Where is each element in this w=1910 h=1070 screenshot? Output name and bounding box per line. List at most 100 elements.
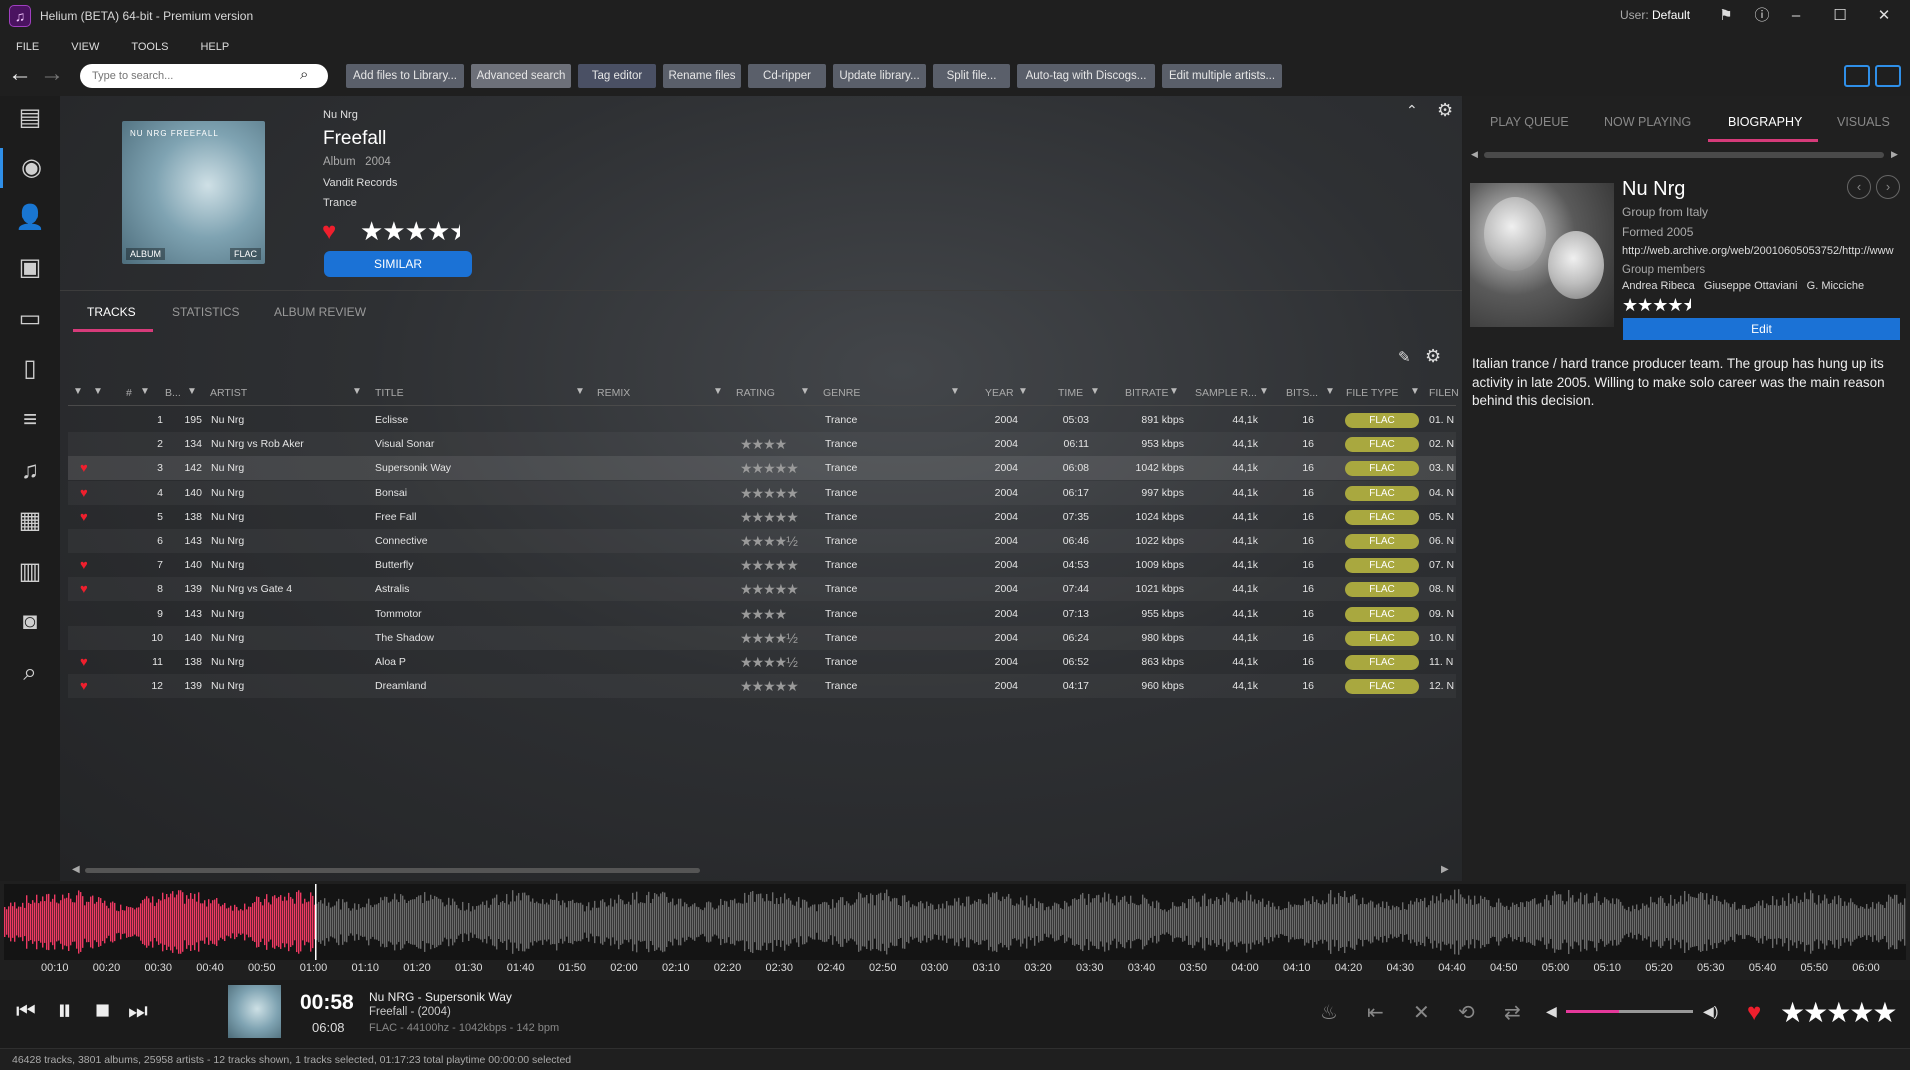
filter-icon[interactable]: ▼: [1018, 386, 1028, 398]
filter-icon[interactable]: ▼: [713, 386, 723, 398]
tab-visuals[interactable]: VISUALS: [1837, 115, 1890, 129]
table-row[interactable]: ♥ 7 140 Nu Nrg Butterfly ★★★★★ Trance 2004 04:53…: [68, 553, 1456, 577]
column-header-number[interactable]: #: [126, 383, 132, 403]
contacts-book-icon[interactable]: ▣: [0, 248, 60, 288]
add-files-button[interactable]: Add files to Library...: [346, 64, 464, 88]
column-header-remix[interactable]: REMIX: [597, 383, 630, 403]
filter-icon[interactable]: ▼: [93, 386, 103, 398]
table-row[interactable]: ♥ 8 139 Nu Nrg vs Gate 4 Astralis ★★★★★ Trance…: [68, 577, 1456, 602]
menu-help[interactable]: HELP: [184, 36, 245, 58]
similar-button[interactable]: SIMILAR: [324, 251, 472, 277]
album-love-heart-icon[interactable]: ♥: [322, 218, 336, 246]
column-header-bits[interactable]: BITS...: [1286, 383, 1318, 403]
love-heart-icon[interactable]: [80, 626, 94, 650]
fire-icon[interactable]: ♨: [1320, 1000, 1338, 1025]
back-arrow-icon[interactable]: ←: [8, 62, 38, 88]
column-header-time[interactable]: TIME: [1058, 383, 1083, 403]
table-row[interactable]: 6 143 Nu Nrg Connective ★★★★½ Trance 2004 06:46…: [68, 529, 1456, 553]
filter-icon[interactable]: ▼: [352, 386, 362, 398]
layout-left-panel-icon[interactable]: [1844, 65, 1870, 87]
tab-play-queue[interactable]: PLAY QUEUE: [1490, 115, 1569, 129]
flag-icon[interactable]: ⚑: [1714, 6, 1738, 26]
love-heart-icon[interactable]: [80, 529, 94, 553]
shuffle-icon[interactable]: ⇄: [1504, 1000, 1521, 1025]
love-heart-icon[interactable]: [80, 602, 94, 626]
cd-ripper-button[interactable]: Cd-ripper: [748, 64, 826, 88]
menu-view[interactable]: VIEW: [55, 36, 115, 58]
waveform-seekbar[interactable]: [4, 884, 1906, 960]
column-header-artist[interactable]: ARTIST: [210, 383, 247, 403]
column-header-year[interactable]: YEAR: [985, 383, 1014, 403]
forward-arrow-icon[interactable]: →: [40, 62, 70, 88]
album-rating-stars[interactable]: ★★★★★: [360, 216, 460, 247]
tab-tracks[interactable]: TRACKS: [87, 305, 136, 319]
close-icon[interactable]: ✕: [1872, 6, 1896, 26]
tab-now-playing[interactable]: NOW PLAYING: [1604, 115, 1691, 129]
music-note-icon[interactable]: ♫: [0, 451, 60, 491]
love-column-filter-icon[interactable]: ▼: [73, 386, 83, 398]
album-genre[interactable]: Trance: [323, 197, 357, 209]
love-heart-icon[interactable]: ♥: [80, 674, 94, 698]
album-cover[interactable]: NU NRG FREEFALL ALBUM FLAC: [122, 121, 265, 264]
previous-track-icon[interactable]: ⏮: [16, 998, 36, 1024]
search-sidebar-icon[interactable]: ⌕: [0, 653, 60, 693]
filter-icon[interactable]: ▼: [800, 386, 810, 398]
love-heart-icon[interactable]: ♥: [80, 650, 94, 674]
love-heart-icon[interactable]: ♥: [80, 553, 94, 577]
minimize-icon[interactable]: –: [1784, 6, 1808, 26]
right-scroll-right-icon[interactable]: ▶: [1891, 149, 1898, 160]
pause-icon[interactable]: ⏸: [57, 994, 72, 1028]
filter-icon[interactable]: ▼: [1259, 386, 1269, 398]
column-header-rating[interactable]: RATING: [736, 383, 775, 403]
library-icon[interactable]: ▤: [0, 98, 60, 138]
volume-low-icon[interactable]: ◀: [1546, 1003, 1557, 1020]
collapse-chevron-icon[interactable]: ⌃: [1406, 102, 1418, 119]
table-row[interactable]: 9 143 Nu Nrg Tommotor ★★★★ Trance 2004 07:13 955…: [68, 602, 1456, 626]
split-file-button[interactable]: Split file...: [933, 64, 1010, 88]
bio-rating-stars[interactable]: ★★★★★: [1622, 295, 1691, 316]
bio-edit-button[interactable]: Edit: [1623, 318, 1900, 340]
header-settings-gear-icon[interactable]: ⚙: [1437, 100, 1453, 121]
tab-biography[interactable]: BIOGRAPHY: [1728, 115, 1802, 129]
filter-icon[interactable]: ▼: [575, 386, 585, 398]
love-heart-icon[interactable]: [80, 408, 94, 432]
table-row[interactable]: 10 140 Nu Nrg The Shadow ★★★★½ Trance 2004 06:2…: [68, 625, 1456, 650]
filter-icon[interactable]: ▼: [1169, 386, 1179, 398]
next-track-icon[interactable]: ⏭: [128, 998, 148, 1024]
bio-previous-icon[interactable]: ‹: [1847, 175, 1871, 199]
love-heart-icon[interactable]: ♥: [80, 481, 94, 505]
right-tab-scrollbar[interactable]: [1484, 152, 1884, 158]
now-playing-love-heart-icon[interactable]: ♥: [1747, 999, 1761, 1027]
user-indicator[interactable]: User: Default: [1620, 8, 1690, 22]
stop-icon[interactable]: ■: [95, 996, 110, 1025]
document-icon[interactable]: ▯: [0, 349, 60, 389]
maximize-icon[interactable]: ☐: [1828, 6, 1852, 26]
artists-person-icon[interactable]: 👤: [0, 198, 60, 238]
menu-tools[interactable]: TOOLS: [115, 36, 184, 58]
love-heart-icon[interactable]: ♥: [80, 505, 94, 529]
table-row[interactable]: ♥ 5 138 Nu Nrg Free Fall ★★★★★ Trance 2004 07:35…: [68, 505, 1456, 529]
calendar-icon[interactable]: ▦: [0, 501, 60, 541]
cd-drive-icon[interactable]: ◙: [0, 602, 60, 642]
now-playing-rating-stars[interactable]: ★★★★★: [1780, 996, 1898, 1029]
tag-editor-button[interactable]: Tag editor: [578, 64, 656, 88]
queue-mode-icon[interactable]: ⇤: [1367, 1000, 1384, 1025]
column-header-sample-rate[interactable]: SAMPLE R...: [1195, 383, 1257, 403]
statistics-chart-icon[interactable]: ▥: [0, 552, 60, 592]
column-header-bpm[interactable]: B...: [165, 383, 181, 403]
love-heart-icon[interactable]: [80, 432, 94, 456]
columns-settings-gear-icon[interactable]: ⚙: [1425, 346, 1441, 367]
tab-album-review[interactable]: ALBUM REVIEW: [274, 305, 366, 319]
column-header-genre[interactable]: GENRE: [823, 383, 860, 403]
volume-high-icon[interactable]: ◀): [1703, 1003, 1718, 1020]
now-playing-cover[interactable]: [228, 985, 281, 1038]
crossfade-icon[interactable]: ✕: [1413, 1000, 1430, 1025]
right-scroll-left-icon[interactable]: ◀: [1471, 149, 1478, 160]
bio-next-icon[interactable]: ›: [1876, 175, 1900, 199]
horizontal-scrollbar[interactable]: [85, 868, 700, 873]
playlist-icon[interactable]: ≡: [0, 400, 60, 440]
edit-pencil-icon[interactable]: ✎: [1398, 348, 1411, 366]
love-heart-icon[interactable]: ♥: [80, 456, 94, 480]
bio-url-link[interactable]: http://web.archive.org/web/2001060505375…: [1622, 245, 1902, 257]
advanced-search-button[interactable]: Advanced search: [471, 64, 571, 88]
